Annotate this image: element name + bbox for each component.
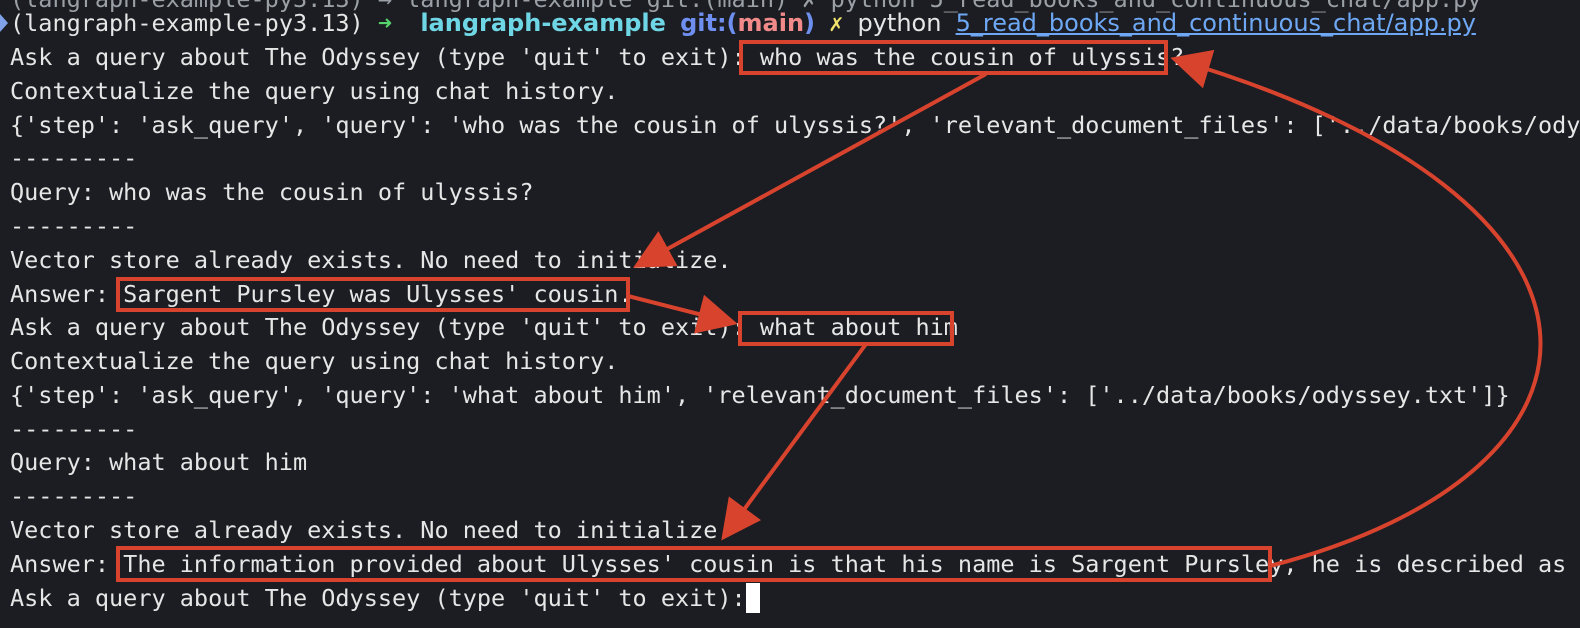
script-path-link[interactable]: 5_read_books_and_continuous_chat/app.py xyxy=(956,9,1476,37)
command-name: python xyxy=(857,9,942,37)
output-line: Contextualize the query using chat histo… xyxy=(10,77,619,105)
answer-line: Answer: Sargent Pursley was Ulysses' cou… xyxy=(10,280,633,308)
output-line: {'step': 'ask_query', 'query': 'who was … xyxy=(10,111,1580,139)
terminal-window[interactable]: (langraph-example-py3.13) → langraph-exa… xyxy=(0,0,1580,628)
git-label: git:( xyxy=(680,9,738,37)
query-prompt-line[interactable]: Ask a query about The Odyssey (type 'qui… xyxy=(10,581,760,615)
git-branch: main xyxy=(737,9,805,37)
output-line: Vector store already exists. No need to … xyxy=(10,516,732,544)
annotation-arrow-query-to-answer xyxy=(632,72,987,268)
separator-line: --------- xyxy=(10,144,138,172)
output-line: {'step': 'ask_query', 'query': 'what abo… xyxy=(10,381,1510,409)
git-label-close: ) xyxy=(804,9,816,37)
separator-line: --------- xyxy=(10,415,138,443)
separator-line: --------- xyxy=(10,482,138,510)
answer-line: Answer: The information provided about U… xyxy=(10,550,1580,578)
current-directory: langraph-example xyxy=(420,9,666,37)
output-line: Vector store already exists. No need to … xyxy=(10,246,732,274)
separator-line: --------- xyxy=(10,212,138,240)
query-prompt-line: Ask a query about The Odyssey (type 'qui… xyxy=(10,43,1185,71)
output-line: Query: who was the cousin of ulyssis? xyxy=(10,178,534,206)
git-dirty-icon: ✗ xyxy=(829,9,844,37)
output-line: Contextualize the query using chat histo… xyxy=(10,347,619,375)
shell-prompt-line: (langraph-example-py3.13) ➜ langraph-exa… xyxy=(10,6,1476,40)
annotation-arrow-followup-to-answer xyxy=(721,342,868,541)
venv-label: (langraph-example-py3.13) xyxy=(10,9,364,37)
prompt-marker-icon xyxy=(0,14,8,32)
output-line: Query: what about him xyxy=(10,448,308,476)
prompt-arrow-icon: ➜ xyxy=(377,9,393,37)
text-cursor xyxy=(746,583,760,613)
query-prompt-line: Ask a query about The Odyssey (type 'qui… xyxy=(10,313,958,341)
